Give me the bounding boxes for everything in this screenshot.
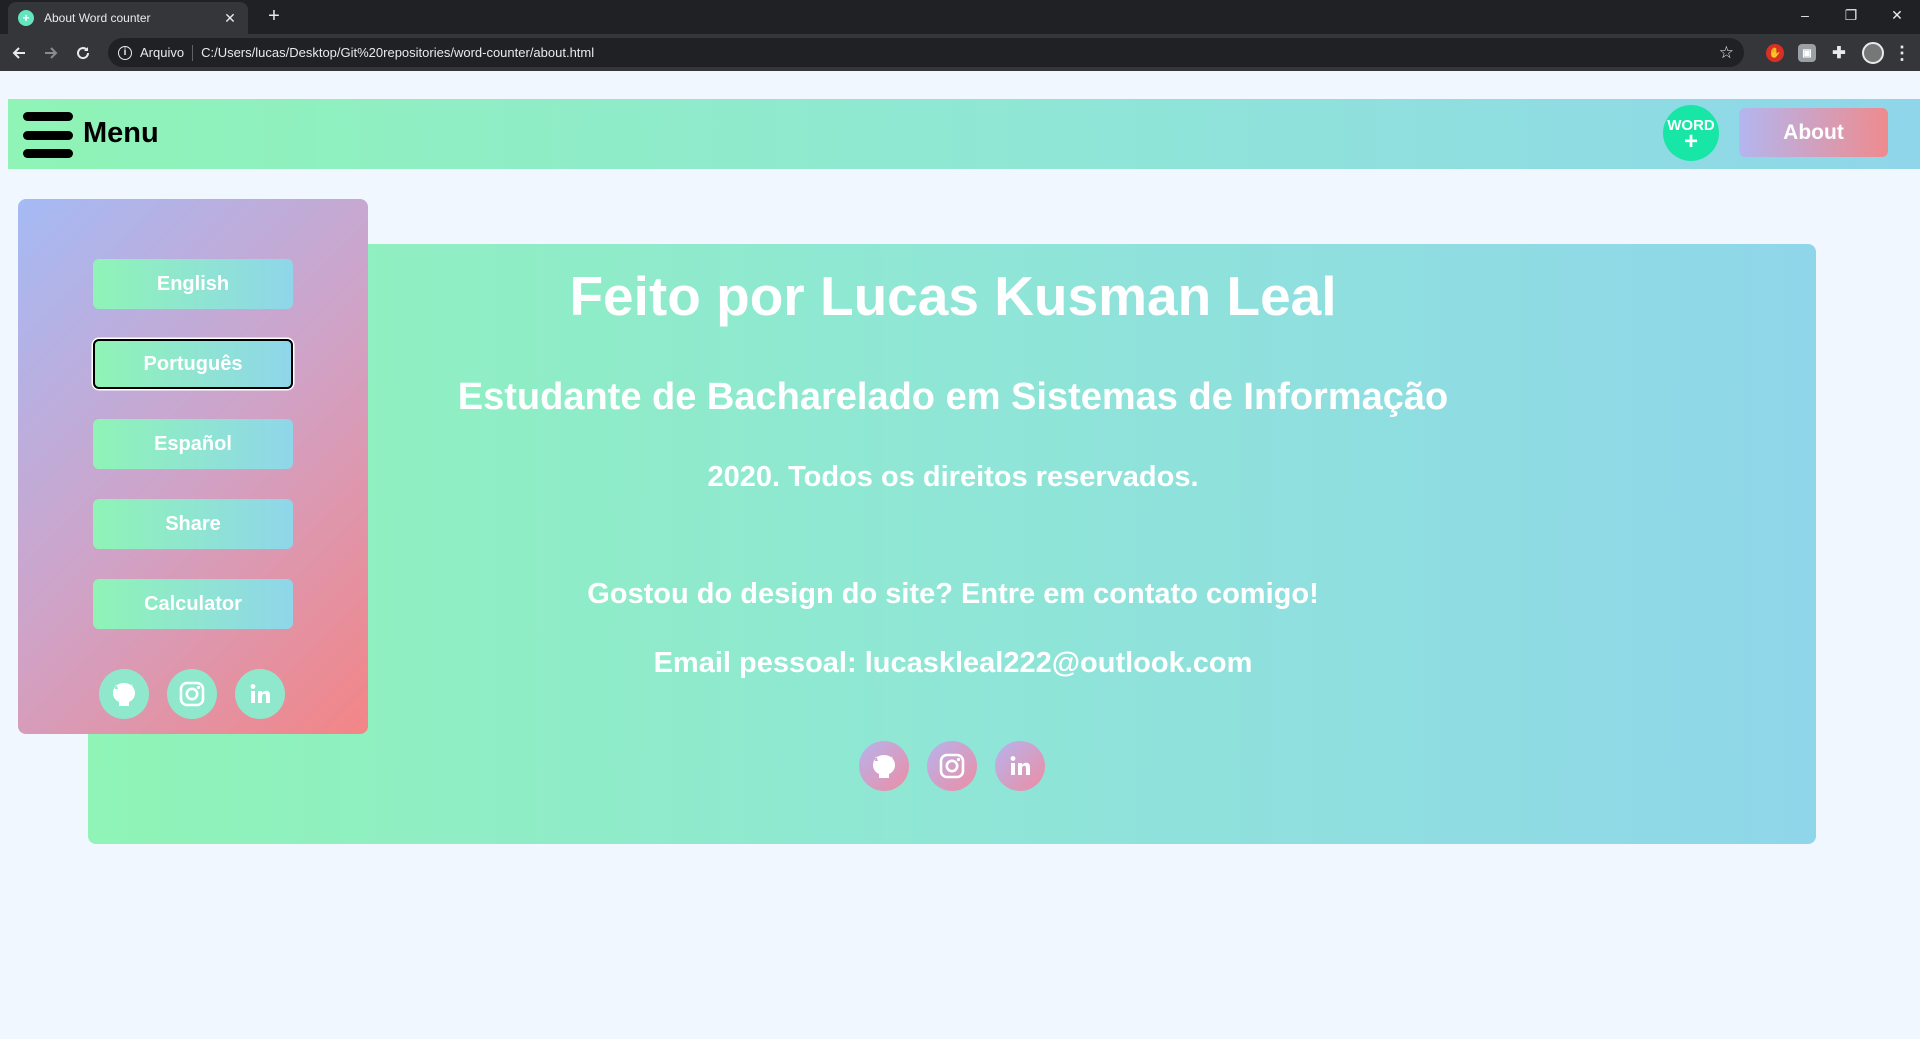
back-arrow-icon	[12, 46, 25, 59]
forward-arrow-icon	[45, 46, 58, 59]
new-tab-button[interactable]: +	[262, 4, 286, 28]
calculator-button[interactable]: Calculator	[93, 579, 293, 629]
card-social-links	[859, 741, 1045, 791]
share-button[interactable]: Share	[93, 499, 293, 549]
reload-icon	[77, 46, 90, 59]
page-viewport: Menu WORD + About Feito por Lucas Kusman…	[0, 71, 1920, 1039]
about-button[interactable]: About	[1739, 108, 1888, 157]
hamburger-menu-icon[interactable]	[23, 112, 73, 158]
side-menu: English Português Español Share Calculat…	[18, 199, 368, 734]
lang-spanish-button[interactable]: Español	[93, 419, 293, 469]
bookmark-star-icon[interactable]: ☆	[1719, 43, 1734, 63]
sidebar-instagram-link[interactable]	[167, 669, 217, 719]
extensions-puzzle-icon[interactable]: ✚	[1830, 44, 1848, 62]
profile-avatar[interactable]	[1862, 42, 1884, 64]
github-link[interactable]	[859, 741, 909, 791]
browser-tab[interactable]: + About Word counter ✕	[8, 2, 248, 34]
browser-menu-icon[interactable]: ⋮	[1893, 43, 1911, 63]
url-text[interactable]: C:/Users/lucas/Desktop/Git%20repositorie…	[201, 45, 1719, 60]
restore-button[interactable]: ❐	[1828, 0, 1874, 30]
menu-label[interactable]: Menu	[83, 117, 159, 150]
instagram-icon	[179, 681, 205, 707]
instagram-link[interactable]	[927, 741, 977, 791]
tab-close-icon[interactable]: ✕	[222, 10, 238, 27]
close-window-button[interactable]: ✕	[1874, 0, 1920, 30]
linkedin-icon	[1010, 756, 1030, 775]
hamburger-bar	[23, 112, 73, 121]
sidebar-linkedin-link[interactable]	[235, 669, 285, 719]
window-controls: – ❐ ✕	[1782, 0, 1920, 30]
scheme-label: Arquivo	[140, 45, 185, 60]
lang-portuguese-button[interactable]: Português	[93, 339, 293, 389]
favicon-icon: +	[18, 10, 34, 26]
reload-button[interactable]	[70, 40, 96, 66]
word-plus-logo[interactable]: WORD +	[1663, 105, 1719, 161]
extensions-area: ✋ ▣ ✚ ⋮	[1766, 42, 1911, 64]
tab-title: About Word counter	[44, 11, 151, 25]
hamburger-bar	[23, 130, 73, 140]
adblock-extension-icon[interactable]: ✋	[1766, 44, 1784, 62]
github-icon	[873, 755, 895, 778]
github-icon	[113, 683, 135, 706]
minimize-button[interactable]: –	[1782, 0, 1828, 30]
browser-tab-strip: + About Word counter ✕ + – ❐ ✕	[0, 0, 1920, 34]
logo-plus: +	[1683, 128, 1698, 155]
site-navbar: Menu WORD + About	[8, 99, 1920, 169]
hamburger-bar	[23, 149, 73, 158]
linkedin-link[interactable]	[995, 741, 1045, 791]
browser-toolbar: i Arquivo C:/Users/lucas/Desktop/Git%20r…	[0, 34, 1920, 71]
instagram-icon	[939, 753, 965, 779]
lang-english-button[interactable]: English	[93, 259, 293, 309]
sidebar-social-links	[99, 669, 285, 719]
info-icon[interactable]: i	[118, 45, 132, 60]
sidebar-github-link[interactable]	[99, 669, 149, 719]
forward-button[interactable]	[38, 40, 64, 66]
extension-icon[interactable]: ▣	[1798, 44, 1816, 62]
linkedin-icon	[250, 684, 270, 703]
omnibox-separator	[192, 44, 194, 61]
back-button[interactable]	[6, 40, 32, 66]
address-bar[interactable]: i Arquivo C:/Users/lucas/Desktop/Git%20r…	[108, 38, 1744, 67]
